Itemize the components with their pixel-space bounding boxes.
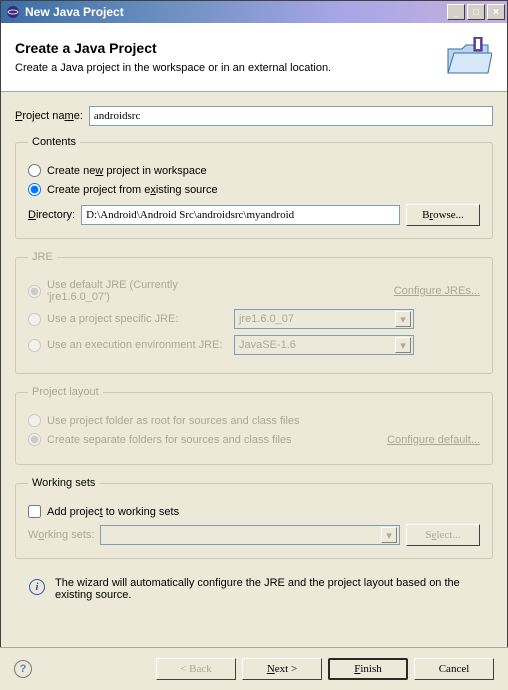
radio-layout-separate <box>28 433 41 446</box>
help-button[interactable]: ? <box>14 660 32 678</box>
jre-specific-combo: jre1.6.0_07 ▾ <box>234 309 414 329</box>
finish-button[interactable]: Finish <box>328 658 408 680</box>
configure-jres-link: Configure JREs... <box>394 285 480 297</box>
working-sets-combo: ▾ <box>100 525 400 545</box>
add-working-sets-label: Add project to working sets <box>47 506 179 518</box>
window-title: New Java Project <box>25 5 447 19</box>
close-button[interactable]: × <box>487 4 505 20</box>
radio-workspace[interactable] <box>28 164 41 177</box>
info-icon: i <box>29 579 45 595</box>
chevron-down-icon: ▾ <box>395 311 411 327</box>
browse-button[interactable]: Browse... <box>406 204 480 226</box>
jre-legend: JRE <box>28 251 57 263</box>
working-sets-group: Working sets Add project to working sets… <box>15 477 493 559</box>
radio-layout-root <box>28 414 41 427</box>
radio-layout-separate-label: Create separate folders for sources and … <box>47 434 292 446</box>
cancel-button[interactable]: Cancel <box>414 658 494 680</box>
titlebar: New Java Project _ □ × <box>1 1 507 23</box>
jre-env-combo: JavaSE-1.6 ▾ <box>234 335 414 355</box>
radio-jre-default <box>28 285 41 298</box>
next-button[interactable]: Next > <box>242 658 322 680</box>
chevron-down-icon: ▾ <box>381 527 397 543</box>
radio-jre-specific <box>28 313 41 326</box>
layout-group: Project layout Use project folder as roo… <box>15 386 493 465</box>
footer: ? < Back Next > Finish Cancel <box>0 647 508 690</box>
back-button: < Back <box>156 658 236 680</box>
chevron-down-icon: ▾ <box>395 337 411 353</box>
radio-jre-default-label: Use default JRE (Currently 'jre1.6.0_07'… <box>47 279 228 303</box>
radio-jre-env <box>28 339 41 352</box>
radio-workspace-label: Create new project in workspace <box>47 165 207 177</box>
eclipse-icon <box>5 4 21 20</box>
folder-java-icon <box>445 33 493 81</box>
project-name-label: Project name: <box>15 110 83 122</box>
layout-legend: Project layout <box>28 386 103 398</box>
contents-legend: Contents <box>28 136 80 148</box>
banner-heading: Create a Java Project <box>15 40 445 56</box>
project-name-input[interactable] <box>89 106 493 126</box>
minimize-button[interactable]: _ <box>447 4 465 20</box>
radio-layout-root-label: Use project folder as root for sources a… <box>47 415 300 427</box>
configure-default-link: Configure default... <box>387 434 480 446</box>
radio-jre-env-label: Use an execution environment JRE: <box>47 339 222 351</box>
banner-subheading: Create a Java project in the workspace o… <box>15 62 445 74</box>
info-message-row: i The wizard will automatically configur… <box>15 571 493 607</box>
radio-existing-label: Create project from existing source <box>47 184 218 196</box>
maximize-button[interactable]: □ <box>467 4 485 20</box>
directory-label: Directory: <box>28 209 75 221</box>
jre-group: JRE Use default JRE (Currently 'jre1.6.0… <box>15 251 493 374</box>
directory-input[interactable] <box>81 205 400 225</box>
info-message: The wizard will automatically configure … <box>55 577 479 601</box>
radio-existing[interactable] <box>28 183 41 196</box>
contents-group: Contents Create new project in workspace… <box>15 136 493 239</box>
banner: Create a Java Project Create a Java proj… <box>1 23 507 92</box>
working-sets-label: Working sets: <box>28 529 94 541</box>
radio-jre-specific-label: Use a project specific JRE: <box>47 313 178 325</box>
add-working-sets-checkbox[interactable] <box>28 505 41 518</box>
working-sets-legend: Working sets <box>28 477 99 489</box>
select-working-sets-button: Select... <box>406 524 480 546</box>
